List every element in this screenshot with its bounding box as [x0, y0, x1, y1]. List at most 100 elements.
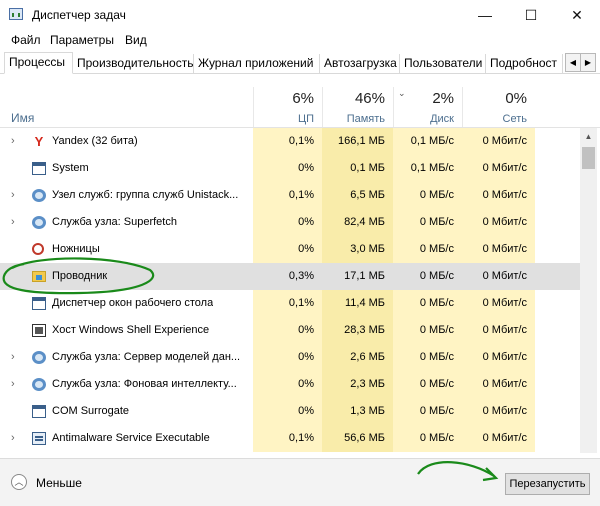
process-name: Ножницы — [52, 243, 100, 255]
process-memory: 166,1 МБ — [322, 128, 393, 155]
disk-label: Диск — [430, 113, 454, 125]
tab-startup[interactable]: Автозагрузка — [320, 54, 400, 73]
scissors-icon — [32, 243, 44, 255]
process-disk: 0,1 МБ/с — [393, 155, 462, 182]
process-row[interactable]: › Antimalware Service Executable 0,1% 56,6 … — [0, 425, 580, 452]
process-list: › Y Yandex (32 бита) 0,1% 166,1 МБ 0,1 МБ/с 0 … — [0, 128, 580, 453]
menu-view[interactable]: Вид — [125, 33, 147, 47]
process-disk: 0 МБ/с — [393, 425, 462, 452]
process-row[interactable]: Хост Windows Shell Experience 0% 28,3 МБ 0 … — [0, 317, 580, 344]
process-memory: 2,3 МБ — [322, 371, 393, 398]
chevron-up-icon[interactable]: ︿ — [11, 474, 27, 490]
process-name: Служба узла: Superfetch — [52, 216, 177, 228]
menu-bar: Файл Параметры Вид — [0, 30, 600, 50]
shield-icon — [32, 432, 46, 445]
memory-label: Память — [346, 113, 385, 125]
process-cpu: 0,1% — [253, 128, 322, 155]
process-row[interactable]: › Служба узла: Фоновая интеллекту... 0% 2,3… — [0, 371, 580, 398]
process-name: Узел служб: группа служб Unistack... — [52, 189, 239, 201]
column-header: Имя 6% ЦП 46% Память ⌄ 2% Диск 0% Сеть — [0, 87, 600, 128]
process-memory: 11,4 МБ — [322, 290, 393, 317]
fewer-details-link[interactable]: Меньше — [36, 476, 82, 490]
network-label: Сеть — [502, 113, 527, 125]
tab-scroll-left-icon[interactable]: ◀ — [565, 53, 581, 72]
process-name: System — [52, 162, 89, 174]
process-cpu: 0,3% — [288, 270, 314, 282]
process-network: 0 Мбит/с — [462, 425, 535, 452]
minimize-button[interactable]: — — [462, 0, 508, 30]
process-cpu: 0,1% — [253, 182, 322, 209]
process-row[interactable]: › Y Yandex (32 бита) 0,1% 166,1 МБ 0,1 МБ/с 0 … — [0, 128, 580, 155]
process-cpu: 0% — [253, 344, 322, 371]
process-row[interactable]: › Узел служб: группа служб Unistack... 0,1… — [0, 182, 580, 209]
expand-chevron-icon[interactable]: › — [11, 344, 15, 371]
column-memory[interactable]: 46% Память — [322, 87, 393, 127]
process-network: 0 Мбит/с — [462, 290, 535, 317]
process-row[interactable]: Диспетчер окон рабочего стола 0,1% 11,4 МБ… — [0, 290, 580, 317]
process-network: 0 Мбит/с — [462, 398, 535, 425]
column-network[interactable]: 0% Сеть — [462, 87, 535, 127]
column-cpu[interactable]: 6% ЦП — [253, 87, 322, 127]
cpu-total: 6% — [292, 90, 314, 107]
sort-chevron-down-icon: ⌄ — [398, 88, 406, 98]
tab-app-history[interactable]: Журнал приложений — [194, 54, 320, 73]
close-button[interactable]: ✕ — [554, 0, 600, 30]
process-disk: 0,1 МБ/с — [393, 128, 462, 155]
process-memory: 2,6 МБ — [322, 344, 393, 371]
tab-bar: Процессы Производительность Журнал прило… — [0, 52, 600, 74]
task-manager-icon — [9, 8, 23, 20]
window-title: Диспетчер задач — [32, 8, 126, 22]
process-cpu: 0% — [253, 398, 322, 425]
maximize-button[interactable]: ☐ — [508, 0, 554, 30]
vertical-scrollbar[interactable]: ▲ — [580, 128, 597, 453]
process-network: 0 Мбит/с — [462, 155, 535, 182]
scrollbar-thumb[interactable] — [582, 147, 595, 169]
process-row[interactable]: Проводник 0,3% 17,1 МБ 0 МБ/с 0 Мбит/с — [0, 263, 580, 290]
process-row[interactable]: Ножницы 0% 3,0 МБ 0 МБ/с 0 Мбит/с — [0, 236, 580, 263]
process-network: 0 Мбит/с — [462, 317, 535, 344]
restart-button[interactable]: Перезапустить — [505, 473, 590, 495]
process-row[interactable]: System 0% 0,1 МБ 0,1 МБ/с 0 Мбит/с — [0, 155, 580, 182]
expand-chevron-icon[interactable]: › — [11, 371, 15, 398]
process-network: 0 Мбит/с — [462, 236, 535, 263]
process-network: 0 Мбит/с — [462, 209, 535, 236]
process-name: Проводник — [52, 270, 108, 282]
expand-chevron-icon[interactable]: › — [11, 128, 15, 155]
process-disk: 0 МБ/с — [393, 371, 462, 398]
process-name: Antimalware Service Executable — [52, 432, 210, 444]
process-cpu: 0% — [253, 209, 322, 236]
window-icon — [32, 297, 46, 310]
expand-chevron-icon[interactable]: › — [11, 209, 15, 236]
process-disk: 0 МБ/с — [393, 290, 462, 317]
process-name: Диспетчер окон рабочего стола — [52, 297, 214, 309]
expand-chevron-icon[interactable]: › — [11, 425, 15, 452]
process-row[interactable]: › Служба узла: Superfetch 0% 82,4 МБ 0 МБ/с 0… — [0, 209, 580, 236]
process-network: 0 Мбит/с — [462, 344, 535, 371]
column-disk[interactable]: ⌄ 2% Диск — [393, 87, 462, 127]
process-disk: 0 МБ/с — [393, 398, 462, 425]
column-name[interactable]: Имя — [11, 111, 34, 125]
tab-users[interactable]: Пользователи — [400, 54, 486, 73]
window-icon — [32, 162, 46, 175]
process-row[interactable]: COM Surrogate 0% 1,3 МБ 0 МБ/с 0 Мбит/с — [0, 398, 580, 425]
cpu-label: ЦП — [297, 113, 314, 125]
menu-options[interactable]: Параметры — [50, 33, 114, 47]
tab-details[interactable]: Подробност — [486, 54, 563, 73]
process-name: Yandex (32 бита) — [52, 135, 138, 147]
process-row[interactable]: › Служба узла: Сервер моделей дан... 0% 2,6… — [0, 344, 580, 371]
process-disk: 0 МБ/с — [393, 209, 462, 236]
tab-processes[interactable]: Процессы — [4, 52, 73, 74]
process-cpu: 0% — [253, 236, 322, 263]
expand-chevron-icon[interactable]: › — [11, 182, 15, 209]
process-name: Служба узла: Фоновая интеллекту... — [52, 378, 237, 390]
tab-scroll-right-icon[interactable]: ▶ — [580, 53, 596, 72]
memory-total: 46% — [354, 90, 385, 107]
menu-file[interactable]: Файл — [11, 33, 41, 47]
scroll-up-icon[interactable]: ▲ — [580, 128, 597, 145]
gear-icon — [32, 189, 46, 202]
tab-performance[interactable]: Производительность — [73, 54, 194, 73]
folder-icon — [32, 271, 46, 282]
process-network: 0 Мбит/с — [462, 128, 535, 155]
process-name: Хост Windows Shell Experience — [52, 324, 210, 336]
process-disk: 0 МБ/с — [393, 236, 462, 263]
